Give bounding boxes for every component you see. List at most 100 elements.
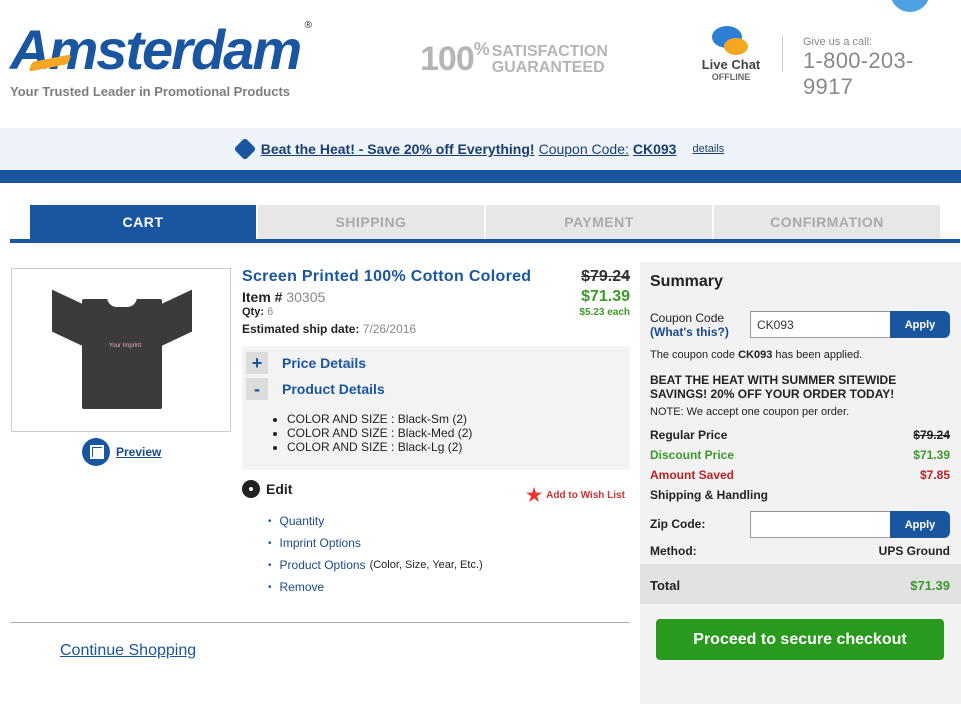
remove-link[interactable]: Remove: [280, 580, 325, 594]
whats-this-link[interactable]: (What's this?): [650, 325, 729, 339]
phone-number[interactable]: 1-800-203-9917: [803, 48, 961, 100]
original-price: $79.24: [581, 268, 630, 285]
preview[interactable]: Preview: [82, 438, 161, 466]
qty-label: Qty:: [242, 306, 264, 318]
promo-caps: BEAT THE HEAT WITH SUMMER SITEWIDE SAVIN…: [650, 373, 897, 401]
continue-shopping-link[interactable]: Continue Shopping: [60, 642, 196, 660]
quantity-link[interactable]: Quantity: [280, 514, 325, 528]
total-value: $71.39: [910, 578, 950, 593]
promo-details-link[interactable]: details: [692, 143, 724, 155]
logo[interactable]: Amsterdam ®: [10, 20, 312, 80]
applied-prefix: The coupon code: [650, 349, 736, 361]
add-to-wishlist[interactable]: ★ Add to Wish List: [526, 485, 625, 506]
divider: [10, 622, 630, 623]
gear-icon: [242, 480, 260, 498]
shipping-row: Shipping & Handling: [650, 488, 950, 504]
preview-link[interactable]: Preview: [116, 445, 161, 459]
coupon-label-block: Coupon Code (What's this?): [650, 311, 729, 339]
tag-icon: [233, 137, 257, 161]
checkout-button[interactable]: Proceed to secure checkout: [656, 619, 944, 660]
product-title[interactable]: Screen Printed 100% Cotton Colored: [242, 268, 531, 286]
site-header: Amsterdam ® Your Trusted Leader in Promo…: [0, 0, 961, 128]
satisfaction-line2: GUARANTEED: [491, 58, 605, 76]
plus-icon[interactable]: +: [246, 352, 268, 374]
regular-price-value: $79.24: [913, 428, 950, 442]
price-details-label[interactable]: Price Details: [282, 355, 366, 371]
unit-price: $5.23 each: [579, 307, 630, 318]
qty-line: Qty: 6: [242, 306, 273, 318]
checkout-steps: CART SHIPPING PAYMENT CONFIRMATION: [10, 205, 960, 243]
edit-label: Edit: [266, 481, 293, 497]
regular-price-label: Regular Price: [650, 428, 728, 442]
step-confirmation: CONFIRMATION: [714, 205, 940, 239]
zip-input[interactable]: [750, 511, 892, 538]
minus-icon[interactable]: -: [246, 378, 268, 400]
options-list: COLOR AND SIZE : Black-Sm (2) COLOR AND …: [272, 412, 472, 454]
details-panel: + Price Details - Product Details COLOR …: [242, 346, 630, 470]
step-payment: PAYMENT: [486, 205, 712, 239]
step-cart[interactable]: CART: [30, 205, 256, 239]
applied-suffix: has been applied.: [775, 349, 863, 361]
summary-title: Summary: [650, 273, 723, 290]
tagline: Your Trusted Leader in Promotional Produ…: [10, 84, 291, 99]
order-summary: Summary Coupon Code (What's this?) CK093…: [640, 262, 961, 704]
list-item: Product Options(Color, Size, Year, Etc.): [268, 554, 483, 576]
ship-date-line: Estimated ship date: 7/26/2016: [242, 322, 416, 336]
product-details-label[interactable]: Product Details: [282, 381, 385, 397]
item-label: Item #: [242, 289, 283, 305]
total-label: Total: [650, 578, 681, 593]
amount-saved-value: $7.85: [919, 468, 950, 482]
promo-code[interactable]: CK093: [633, 141, 677, 157]
list-item: Imprint Options: [268, 532, 483, 554]
price-details-toggle[interactable]: + Price Details: [246, 352, 366, 374]
chat-status: OFFLINE: [711, 72, 751, 82]
coupon-note: NOTE: We accept one coupon per order.: [650, 406, 850, 418]
product-options-link[interactable]: Product Options: [280, 558, 366, 572]
coupon-input[interactable]: CK093: [750, 311, 892, 338]
satisfaction-line1: SATISFACTION: [491, 42, 608, 60]
list-item: COLOR AND SIZE : Black-Lg (2): [287, 440, 472, 454]
blue-strip: [0, 170, 961, 183]
apply-zip-button[interactable]: Apply: [890, 511, 950, 538]
satisfaction-badge: 100 % SATISFACTION GUARANTEED: [420, 39, 608, 79]
list-item: Quantity: [268, 510, 483, 532]
wishlist-label[interactable]: Add to Wish List: [546, 490, 625, 501]
steps-underline: [10, 239, 960, 243]
star-icon[interactable]: ★: [526, 485, 542, 506]
header-divider: [782, 36, 783, 72]
imprint-options-link[interactable]: Imprint Options: [280, 536, 361, 550]
cart-icon[interactable]: [890, 0, 930, 12]
promo-code-label[interactable]: Coupon Code:: [539, 141, 629, 157]
product-image[interactable]: Your Imprint: [11, 268, 231, 432]
live-chat[interactable]: Live Chat OFFLINE: [698, 26, 764, 82]
amount-saved-row: Amount Saved $7.85: [650, 468, 950, 484]
tshirt-image: Your Imprint: [52, 289, 192, 409]
item-number: 30305: [286, 289, 326, 305]
list-item: COLOR AND SIZE : Black-Sm (2): [287, 412, 472, 426]
satisfaction-number: 100: [420, 40, 475, 78]
edit-links: Quantity Imprint Options Product Options…: [268, 510, 483, 598]
ship-label: Estimated ship date:: [242, 322, 360, 336]
apply-coupon-button[interactable]: Apply: [890, 311, 950, 338]
edit-section: Edit: [242, 480, 292, 498]
qty-value: 6: [267, 306, 274, 318]
call-label: Give us a call:: [803, 36, 873, 48]
amount-saved-label: Amount Saved: [650, 468, 735, 482]
discount-price: $71.39: [581, 288, 630, 305]
discount-price-value: $71.39: [913, 448, 950, 462]
promo-headline[interactable]: Beat the Heat! - Save 20% off Everything…: [261, 141, 535, 157]
preview-icon[interactable]: [82, 438, 110, 466]
method-row: Method: UPS Ground: [650, 544, 950, 560]
chat-bubbles-icon: [698, 26, 764, 58]
logo-text: Amsterdam: [10, 18, 302, 81]
discount-price-row: Discount Price $71.39: [650, 448, 950, 464]
zip-label: Zip Code:: [650, 517, 706, 531]
shirt-imprint: Your Imprint: [108, 343, 142, 349]
chat-title: Live Chat: [701, 57, 761, 72]
applied-code: CK093: [738, 349, 773, 361]
product-details-toggle[interactable]: - Product Details: [246, 378, 385, 400]
registered-mark: ®: [304, 20, 312, 31]
list-item: Remove: [268, 576, 483, 598]
discount-price-label: Discount Price: [650, 448, 735, 462]
coupon-applied-message: The coupon code CK093 has been applied.: [650, 349, 862, 361]
